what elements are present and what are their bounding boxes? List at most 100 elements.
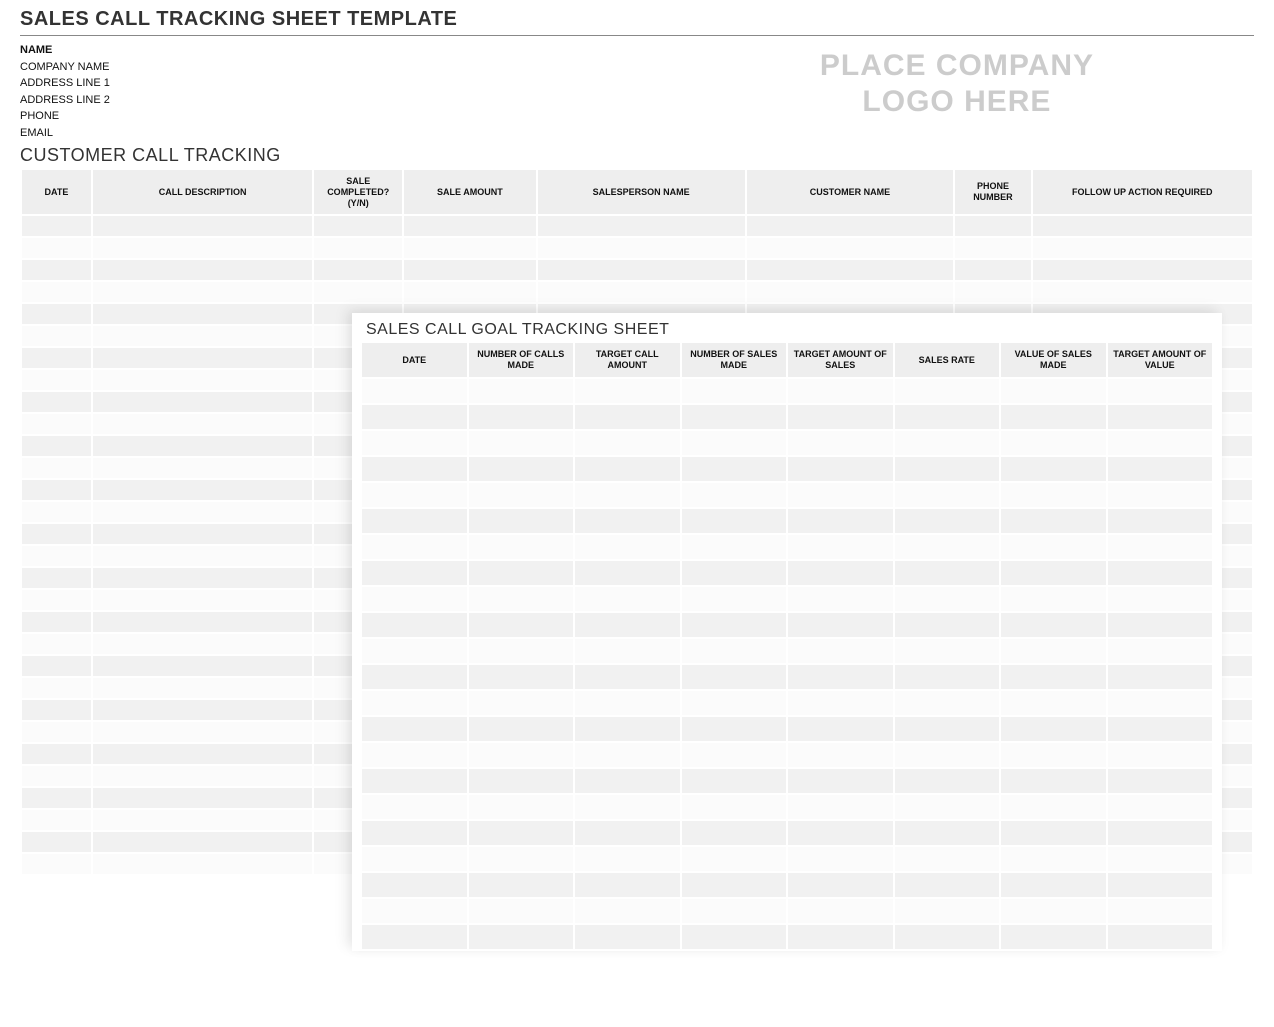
- table-cell[interactable]: [22, 788, 91, 808]
- table-cell[interactable]: [22, 502, 91, 522]
- table-cell[interactable]: [362, 483, 467, 507]
- table-cell[interactable]: [93, 216, 312, 236]
- table-cell[interactable]: [788, 639, 893, 663]
- table-cell[interactable]: [1108, 587, 1213, 611]
- table-cell[interactable]: [1108, 405, 1213, 429]
- table-cell[interactable]: [362, 561, 467, 585]
- table-cell[interactable]: [1108, 665, 1213, 689]
- table-cell[interactable]: [22, 612, 91, 632]
- table-cell[interactable]: [895, 457, 1000, 481]
- table-cell[interactable]: [682, 691, 787, 715]
- table-cell[interactable]: [1108, 717, 1213, 741]
- table-cell[interactable]: [895, 431, 1000, 455]
- table-cell[interactable]: [469, 717, 574, 741]
- table-cell[interactable]: [682, 899, 787, 923]
- table-cell[interactable]: [575, 769, 680, 793]
- table-cell[interactable]: [1108, 509, 1213, 533]
- table-cell[interactable]: [895, 639, 1000, 663]
- table-cell[interactable]: [788, 769, 893, 793]
- table-cell[interactable]: [362, 691, 467, 715]
- table-cell[interactable]: [788, 613, 893, 637]
- table-cell[interactable]: [22, 744, 91, 764]
- table-cell[interactable]: [93, 700, 312, 720]
- table-cell[interactable]: [1001, 587, 1106, 611]
- table-cell[interactable]: [362, 873, 467, 897]
- table-cell[interactable]: [788, 665, 893, 689]
- table-cell[interactable]: [788, 379, 893, 403]
- table-cell[interactable]: [682, 925, 787, 949]
- table-cell[interactable]: [469, 587, 574, 611]
- table-cell[interactable]: [747, 260, 954, 280]
- table-cell[interactable]: [93, 832, 312, 852]
- table-cell[interactable]: [22, 304, 91, 324]
- table-cell[interactable]: [575, 587, 680, 611]
- table-cell[interactable]: [747, 238, 954, 258]
- table-cell[interactable]: [362, 535, 467, 559]
- table-cell[interactable]: [895, 483, 1000, 507]
- table-cell[interactable]: [575, 379, 680, 403]
- table-cell[interactable]: [93, 766, 312, 786]
- table-cell[interactable]: [538, 282, 745, 302]
- table-cell[interactable]: [575, 457, 680, 481]
- table-cell[interactable]: [22, 414, 91, 434]
- table-cell[interactable]: [22, 810, 91, 830]
- table-cell[interactable]: [1108, 379, 1213, 403]
- table-cell[interactable]: [93, 744, 312, 764]
- table-cell[interactable]: [93, 326, 312, 346]
- table-cell[interactable]: [93, 458, 312, 478]
- table-cell[interactable]: [788, 795, 893, 819]
- table-cell[interactable]: [469, 457, 574, 481]
- table-cell[interactable]: [93, 568, 312, 588]
- table-cell[interactable]: [93, 546, 312, 566]
- table-cell[interactable]: [1001, 535, 1106, 559]
- table-cell[interactable]: [93, 502, 312, 522]
- table-cell[interactable]: [93, 634, 312, 654]
- table-cell[interactable]: [93, 524, 312, 544]
- table-cell[interactable]: [1108, 821, 1213, 845]
- table-cell[interactable]: [362, 639, 467, 663]
- table-cell[interactable]: [93, 656, 312, 676]
- table-cell[interactable]: [1001, 639, 1106, 663]
- table-cell[interactable]: [22, 832, 91, 852]
- table-cell[interactable]: [682, 613, 787, 637]
- table-cell[interactable]: [895, 379, 1000, 403]
- table-cell[interactable]: [469, 847, 574, 871]
- table-cell[interactable]: [93, 788, 312, 808]
- table-cell[interactable]: [788, 899, 893, 923]
- table-cell[interactable]: [1001, 873, 1106, 897]
- table-cell[interactable]: [1001, 431, 1106, 455]
- table-cell[interactable]: [469, 639, 574, 663]
- table-cell[interactable]: [362, 769, 467, 793]
- table-cell[interactable]: [1001, 717, 1106, 741]
- table-cell[interactable]: [538, 260, 745, 280]
- table-cell[interactable]: [682, 873, 787, 897]
- table-cell[interactable]: [575, 717, 680, 741]
- table-cell[interactable]: [93, 370, 312, 390]
- table-cell[interactable]: [1108, 535, 1213, 559]
- table-cell[interactable]: [1108, 899, 1213, 923]
- table-cell[interactable]: [93, 480, 312, 500]
- table-cell[interactable]: [22, 590, 91, 610]
- table-cell[interactable]: [1108, 561, 1213, 585]
- table-cell[interactable]: [788, 561, 893, 585]
- table-cell[interactable]: [1001, 925, 1106, 949]
- table-cell[interactable]: [575, 613, 680, 637]
- table-cell[interactable]: [788, 457, 893, 481]
- table-cell[interactable]: [788, 483, 893, 507]
- table-cell[interactable]: [788, 535, 893, 559]
- table-cell[interactable]: [362, 899, 467, 923]
- table-cell[interactable]: [469, 379, 574, 403]
- table-cell[interactable]: [895, 509, 1000, 533]
- table-cell[interactable]: [788, 743, 893, 767]
- table-cell[interactable]: [469, 665, 574, 689]
- table-cell[interactable]: [1001, 821, 1106, 845]
- table-cell[interactable]: [747, 282, 954, 302]
- table-cell[interactable]: [682, 847, 787, 871]
- table-cell[interactable]: [22, 392, 91, 412]
- table-cell[interactable]: [22, 216, 91, 236]
- table-cell[interactable]: [1001, 405, 1106, 429]
- table-cell[interactable]: [575, 821, 680, 845]
- table-cell[interactable]: [538, 238, 745, 258]
- table-cell[interactable]: [22, 678, 91, 698]
- table-cell[interactable]: [575, 925, 680, 949]
